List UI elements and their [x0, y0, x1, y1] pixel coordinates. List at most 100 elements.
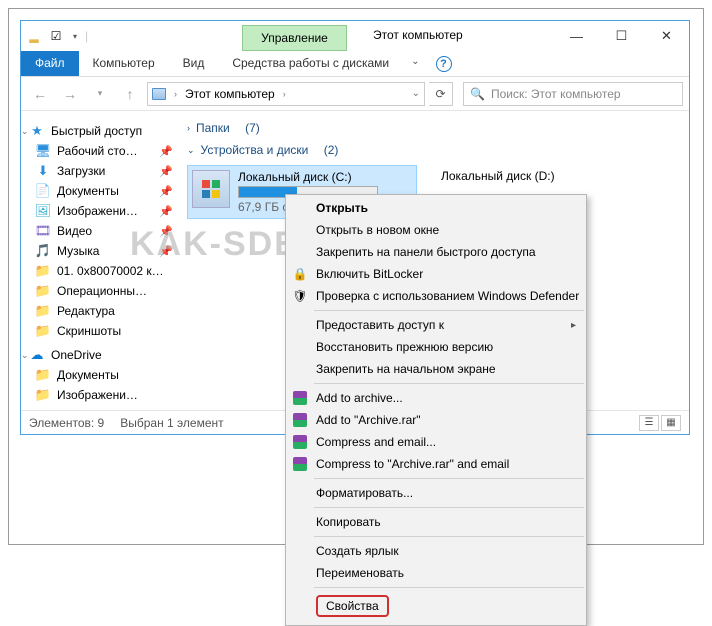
menu-item[interactable]: 🔒Включить BitLocker: [286, 263, 586, 285]
pc-icon: [152, 88, 166, 100]
pin-icon: 📌: [159, 245, 173, 258]
breadcrumb[interactable]: Этот компьютер: [185, 87, 275, 101]
folder-icon: 🖼: [35, 203, 51, 219]
menu-item[interactable]: Закрепить на панели быстрого доступа: [286, 241, 586, 263]
sidebar-quick-access[interactable]: ⌄ ★ Быстрый доступ: [21, 121, 179, 141]
address-dropdown-icon[interactable]: ⌄: [412, 88, 420, 99]
group-folders[interactable]: › Папки (7): [187, 117, 681, 139]
separator: [314, 587, 584, 588]
properties-icon[interactable]: ☑: [47, 27, 65, 45]
sidebar-item[interactable]: 📁Документы: [21, 365, 179, 385]
contextual-tab-manage[interactable]: Управление: [242, 25, 347, 51]
menu-item[interactable]: Compress and email...: [286, 431, 586, 453]
menu-item[interactable]: Add to "Archive.rar": [286, 409, 586, 431]
menu-item[interactable]: Открыть в новом окне: [286, 219, 586, 241]
collapse-icon[interactable]: ⌄: [21, 126, 29, 137]
titlebar: ▂ ☑ ▾ | Управление Этот компьютер — ☐ ✕: [21, 21, 689, 51]
ribbon-tab-file[interactable]: Файл: [21, 51, 79, 76]
drive-label: Локальный диск (C:): [238, 170, 378, 184]
pin-icon: 📌: [159, 145, 173, 158]
folder-icon: 📁: [35, 303, 51, 319]
maximize-button[interactable]: ☐: [599, 21, 644, 51]
drive-label: Локальный диск (D:): [441, 169, 555, 183]
folder-icon: 📁: [35, 387, 51, 403]
chevron-right-icon: ›: [187, 123, 190, 133]
address-bar[interactable]: › Этот компьютер › ⌄: [147, 82, 425, 106]
menu-item[interactable]: Compress to "Archive.rar" and email: [286, 453, 586, 475]
pin-icon: 📌: [159, 225, 173, 238]
up-button[interactable]: ↑: [117, 81, 143, 107]
ribbon-tab-computer[interactable]: Компьютер: [79, 51, 169, 76]
pin-icon: 📌: [159, 165, 173, 178]
close-button[interactable]: ✕: [644, 21, 689, 51]
search-input[interactable]: 🔍 Поиск: Этот компьютер: [463, 82, 683, 106]
sidebar-onedrive[interactable]: ⌄ ☁ OneDrive: [21, 345, 179, 365]
sidebar-item[interactable]: 🖼Изображени…📌: [21, 201, 179, 221]
sidebar-item[interactable]: 🎵Музыка📌: [21, 241, 179, 261]
sidebar-item[interactable]: 📁Скриншоты: [21, 321, 179, 341]
back-button[interactable]: ←: [27, 81, 53, 107]
menu-item[interactable]: Создать ярлык: [286, 540, 586, 562]
chevron-right-icon[interactable]: ›: [279, 89, 290, 99]
ribbon-tabs: Файл Компьютер Вид Средства работы с дис…: [21, 51, 689, 77]
menu-item[interactable]: Закрепить на начальном экране: [286, 358, 586, 380]
icons-view-button[interactable]: ▦: [661, 415, 681, 431]
menu-item[interactable]: Предоставить доступ к▸: [286, 314, 586, 336]
sidebar-item[interactable]: 📄Документы📌: [21, 181, 179, 201]
separator: [314, 536, 584, 537]
sidebar-item[interactable]: 🖥Рабочий сто…📌: [21, 141, 179, 161]
menu-item-properties[interactable]: Свойства: [292, 591, 580, 621]
folder-icon: 📁: [35, 323, 51, 339]
rar-icon: [292, 434, 308, 450]
sidebar-item[interactable]: 📁Операционны…: [21, 281, 179, 301]
menu-item[interactable]: Форматировать...: [286, 482, 586, 504]
ribbon-tab-view[interactable]: Вид: [169, 51, 219, 76]
collapse-icon[interactable]: ⌄: [21, 350, 29, 361]
navigation-pane: ⌄ ★ Быстрый доступ 🖥Рабочий сто…📌⬇Загруз…: [21, 111, 179, 410]
sidebar-item[interactable]: 📁Редактура: [21, 301, 179, 321]
menu-item[interactable]: Открыть: [286, 197, 586, 219]
pin-icon: 📌: [159, 205, 173, 218]
ribbon-expand-icon[interactable]: ⌄: [403, 51, 427, 76]
folder-icon: 📄: [35, 183, 51, 199]
window-title: Этот компьютер: [373, 28, 463, 42]
refresh-button[interactable]: ⟳: [429, 82, 453, 106]
recent-dropdown-icon[interactable]: ▾: [87, 81, 113, 107]
menu-item[interactable]: Add to archive...: [286, 387, 586, 409]
minimize-button[interactable]: —: [554, 21, 599, 51]
status-selection: Выбран 1 элемент: [120, 416, 223, 430]
navigation-bar: ← → ▾ ↑ › Этот компьютер › ⌄ ⟳ 🔍 Поиск: …: [21, 77, 689, 111]
lock-icon: 🔒: [292, 266, 308, 282]
folder-icon: 🎵: [35, 243, 51, 259]
sidebar-item[interactable]: 📁01. 0x80070002 к…: [21, 261, 179, 281]
ribbon-tab-disktools[interactable]: Средства работы с дисками: [218, 51, 403, 76]
separator: [314, 478, 584, 479]
folder-icon: 🎞: [35, 223, 51, 239]
chevron-down-icon: ⌄: [187, 145, 195, 156]
sidebar-item[interactable]: 🎞Видео📌: [21, 221, 179, 241]
folder-icon: 📁: [35, 283, 51, 299]
separator: [314, 310, 584, 311]
forward-button[interactable]: →: [57, 81, 83, 107]
folder-icon: 🖥: [35, 143, 51, 159]
group-devices[interactable]: ⌄ Устройства и диски (2): [187, 139, 681, 161]
menu-item[interactable]: Копировать: [286, 511, 586, 533]
sidebar-item[interactable]: ⬇Загрузки📌: [21, 161, 179, 181]
search-placeholder: Поиск: Этот компьютер: [491, 87, 621, 101]
folder-icon: 📁: [35, 367, 51, 383]
rar-icon: [292, 390, 308, 406]
rar-icon: [292, 456, 308, 472]
menu-item[interactable]: Переименовать: [286, 562, 586, 584]
drive-icon: [192, 170, 230, 208]
details-view-button[interactable]: ☰: [639, 415, 659, 431]
qat-dropdown-icon[interactable]: ▾: [69, 32, 81, 41]
pin-icon: 📌: [159, 185, 173, 198]
help-icon[interactable]: ?: [436, 56, 452, 72]
menu-item[interactable]: Восстановить прежнюю версию: [286, 336, 586, 358]
shield-icon: 🛡: [292, 288, 308, 304]
rar-icon: [292, 412, 308, 428]
chevron-right-icon[interactable]: ›: [170, 89, 181, 99]
menu-item[interactable]: 🛡Проверка с использованием Windows Defen…: [286, 285, 586, 307]
status-item-count: Элементов: 9: [29, 416, 104, 430]
sidebar-item[interactable]: 📁Изображени…: [21, 385, 179, 405]
